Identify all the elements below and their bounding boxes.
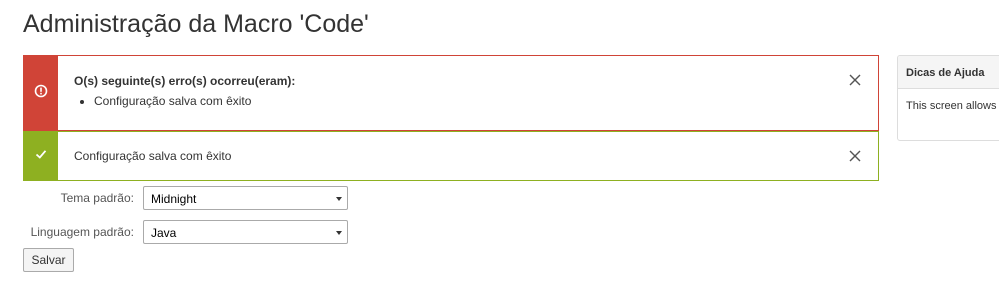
- help-tips-body: This screen allows of the code block: [906, 100, 999, 112]
- error-alert-body: O(s) seguinte(s) erro(s) ocorreu(eram): …: [58, 56, 878, 130]
- code-macro-admin-page: Administração da Macro 'Code' O(s) segui…: [0, 0, 999, 292]
- save-button[interactable]: Salvar: [23, 248, 74, 272]
- success-alert: Configuração salva com êxito: [23, 131, 879, 181]
- error-exclamation-icon: [34, 84, 48, 103]
- help-tips-panel: Dicas de Ajuda This screen allows of the…: [897, 55, 999, 141]
- language-select-value: Java: [151, 226, 177, 240]
- help-tips-heading: Dicas de Ajuda: [898, 56, 999, 89]
- dropdown-arrow-icon: [335, 226, 343, 235]
- success-alert-body: Configuração salva com êxito: [58, 132, 878, 180]
- success-alert-close-icon[interactable]: [848, 149, 862, 163]
- error-alert-icon-strip: [24, 56, 58, 130]
- error-alert-heading: O(s) seguinte(s) erro(s) ocorreu(eram):: [74, 74, 296, 88]
- language-select[interactable]: Java: [143, 220, 348, 244]
- language-label: Linguagem padrão:: [30, 225, 134, 239]
- page-title: Administração da Macro 'Code': [23, 10, 369, 38]
- checkmark-icon: [34, 147, 48, 166]
- success-alert-message: Configuração salva com êxito: [74, 149, 232, 163]
- error-alert-list: Configuração salva com êxito: [74, 94, 251, 108]
- theme-select[interactable]: Midnight: [143, 186, 348, 210]
- theme-row: Tema padrão: Midnight: [23, 186, 353, 210]
- dropdown-arrow-icon: [335, 192, 343, 201]
- error-alert: O(s) seguinte(s) erro(s) ocorreu(eram): …: [23, 55, 879, 131]
- error-alert-item: Configuração salva com êxito: [94, 94, 251, 108]
- error-alert-close-icon[interactable]: [848, 73, 862, 87]
- success-alert-icon-strip: [24, 132, 58, 180]
- theme-label: Tema padrão:: [60, 191, 134, 205]
- theme-select-value: Midnight: [151, 192, 197, 206]
- language-row: Linguagem padrão: Java: [23, 220, 353, 244]
